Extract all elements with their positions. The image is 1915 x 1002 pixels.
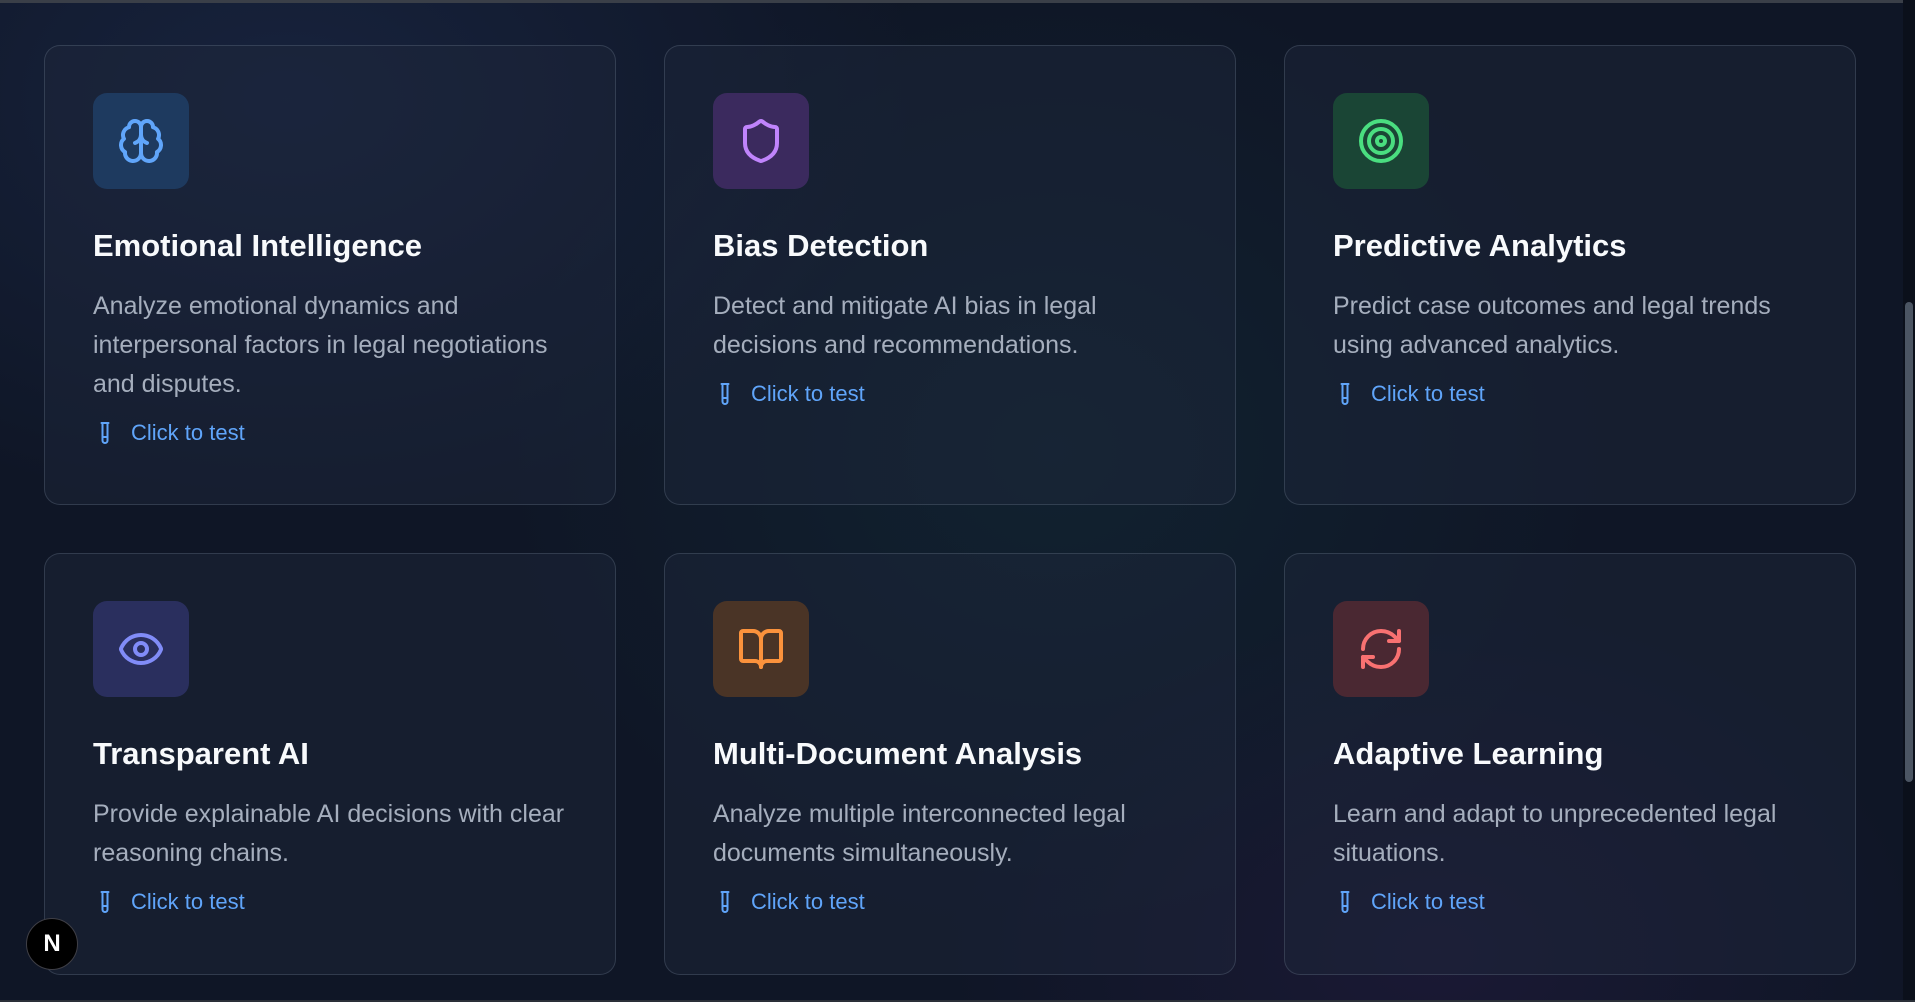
feature-card-transparent-ai[interactable]: Transparent AI Provide explainable AI de… [44, 553, 616, 975]
refresh-icon [1361, 629, 1401, 669]
click-to-test-link[interactable]: Click to test [1333, 889, 1807, 915]
feature-title: Adaptive Learning [1333, 736, 1604, 771]
feature-icon-box [93, 93, 189, 189]
test-tube-icon [1340, 383, 1350, 405]
test-tube-icon [720, 383, 730, 405]
click-to-test-label: Click to test [1371, 381, 1485, 406]
brain-icon [119, 119, 163, 163]
click-to-test-link[interactable]: Click to test [713, 889, 1187, 915]
click-to-test-link[interactable]: Click to test [93, 889, 567, 915]
click-to-test-link[interactable]: Click to test [713, 381, 1187, 407]
feature-description: Analyze multiple interconnected legal do… [713, 800, 1126, 867]
feature-card-adaptive-learning[interactable]: Adaptive Learning Learn and adapt to unp… [1284, 553, 1856, 975]
feature-description: Predict case outcomes and legal trends u… [1333, 292, 1771, 359]
eye-icon [119, 632, 163, 666]
feature-card-multi-document-analysis[interactable]: Multi-Document Analysis Analyze multiple… [664, 553, 1236, 975]
feature-card-bias-detection[interactable]: Bias Detection Detect and mitigate AI bi… [664, 45, 1236, 505]
click-to-test-link[interactable]: Click to test [93, 420, 567, 446]
click-to-test-label: Click to test [751, 889, 865, 914]
nextjs-dev-badge[interactable]: N [26, 918, 78, 970]
click-to-test-label: Click to test [1371, 889, 1485, 914]
test-tube-icon [100, 422, 110, 444]
feature-title: Predictive Analytics [1333, 228, 1627, 263]
test-tube-icon [100, 891, 110, 913]
window-top-border [0, 0, 1915, 3]
feature-description: Learn and adapt to unprecedented legal s… [1333, 800, 1777, 867]
feature-icon-box [1333, 93, 1429, 189]
feature-icon-box [713, 601, 809, 697]
test-tube-icon [720, 891, 730, 913]
test-tube-icon [1340, 891, 1350, 913]
click-to-test-link[interactable]: Click to test [1333, 381, 1807, 407]
feature-title: Multi-Document Analysis [713, 736, 1083, 771]
click-to-test-label: Click to test [751, 381, 865, 406]
feature-icon-box [1333, 601, 1429, 697]
scrollbar-thumb[interactable] [1905, 302, 1913, 782]
feature-icon-box [93, 601, 189, 697]
feature-description: Analyze emotional dynamics and interpers… [93, 292, 548, 398]
feature-description: Detect and mitigate AI bias in legal dec… [713, 292, 1097, 359]
feature-description: Provide explainable AI decisions with cl… [93, 800, 565, 867]
click-to-test-label: Click to test [131, 420, 245, 445]
feature-title: Emotional Intelligence [93, 228, 422, 263]
click-to-test-label: Click to test [131, 889, 245, 914]
features-grid: Emotional Intelligence Analyze emotional… [44, 45, 1856, 975]
feature-card-predictive-analytics[interactable]: Predictive Analytics Predict case outcom… [1284, 45, 1856, 505]
feature-icon-box [713, 93, 809, 189]
feature-title: Transparent AI [93, 736, 309, 771]
book-open-icon [739, 629, 783, 669]
feature-card-emotional-intelligence[interactable]: Emotional Intelligence Analyze emotional… [44, 45, 616, 505]
feature-title: Bias Detection [713, 228, 929, 263]
badge-letter: N [43, 930, 61, 957]
shield-icon [743, 119, 779, 164]
target-icon [1359, 119, 1403, 163]
